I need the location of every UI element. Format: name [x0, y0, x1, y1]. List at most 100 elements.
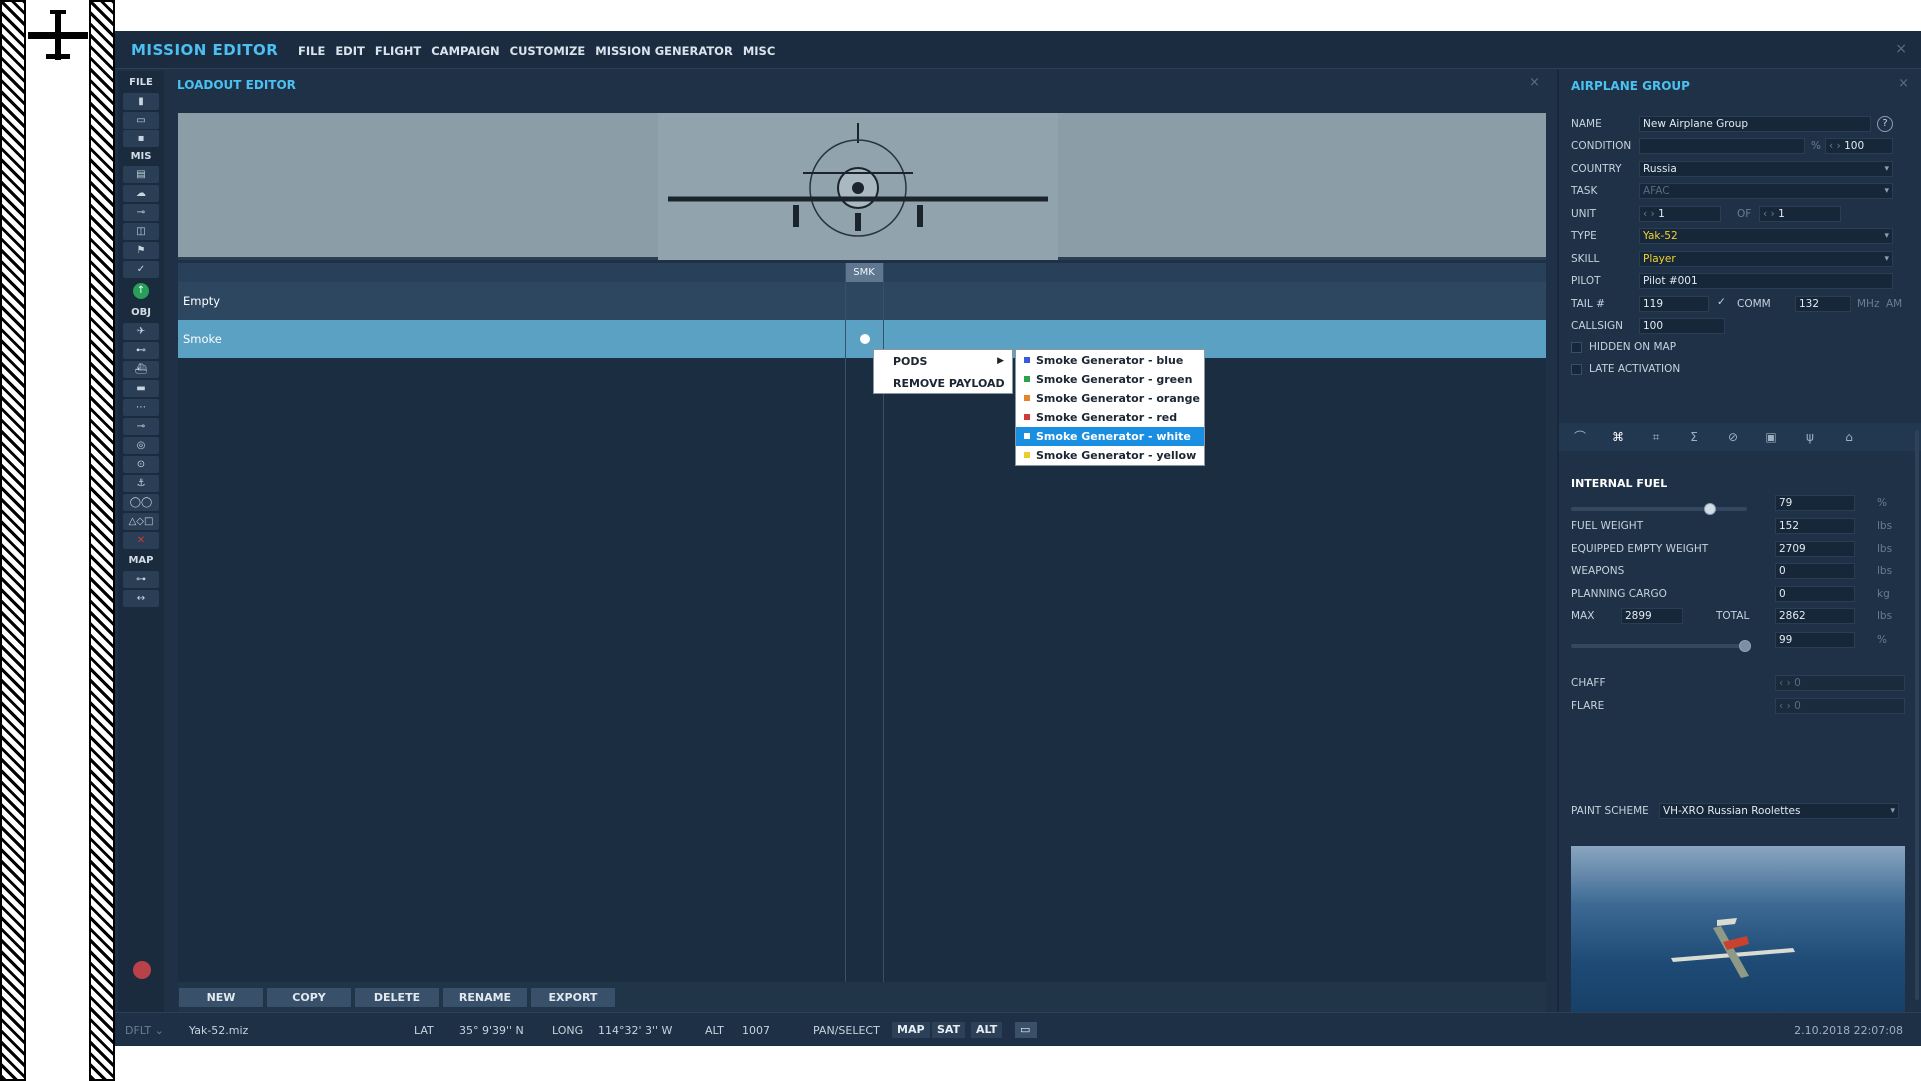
ship-icon[interactable]: ⛴	[123, 361, 159, 378]
trigger-zone-icon[interactable]: ◫	[123, 223, 159, 240]
alt-view-button[interactable]: ALT	[971, 1022, 1003, 1038]
route-icon[interactable]: ⌒	[1567, 428, 1593, 446]
name-field[interactable]: New Airplane Group	[1639, 116, 1871, 132]
convoy-icon[interactable]: ⋯	[123, 399, 159, 416]
menu-mission-generator[interactable]: MISSION GENERATOR	[595, 44, 733, 58]
panel-scrollbar[interactable]	[1915, 430, 1919, 1000]
weather-icon[interactable]: ☁	[123, 185, 159, 202]
delete-icon[interactable]: ✕	[123, 532, 159, 549]
toggle-icon[interactable]: ▭	[1015, 1022, 1037, 1038]
unit-field[interactable]: ‹ › 1	[1639, 206, 1721, 222]
payload-dot-icon[interactable]	[860, 334, 870, 344]
radio-icon[interactable]: ψ	[1797, 428, 1823, 446]
menu-misc[interactable]: MISC	[743, 44, 775, 58]
submenu-item-smoke-orange[interactable]: Smoke Generator - orange	[1016, 389, 1204, 408]
summary-icon[interactable]: Σ	[1681, 428, 1707, 446]
new-file-icon[interactable]: ▮	[123, 93, 159, 110]
condition-value-field[interactable]: ‹ › 100	[1825, 138, 1893, 154]
submenu-item-smoke-blue[interactable]: Smoke Generator - blue	[1016, 351, 1204, 370]
ruler-icon[interactable]: ↔	[123, 590, 159, 607]
late-activation-checkbox[interactable]	[1571, 364, 1582, 375]
delete-button[interactable]: DELETE	[355, 988, 439, 1007]
stepper-icon[interactable]: ‹ ›	[1643, 208, 1658, 220]
tail-field[interactable]: 119	[1639, 296, 1709, 312]
comm-field[interactable]: 132	[1795, 296, 1851, 312]
submenu-item-smoke-yellow[interactable]: Smoke Generator - yellow	[1016, 446, 1204, 465]
slider-knob[interactable]	[1704, 503, 1717, 515]
export-button[interactable]: EXPORT	[531, 988, 615, 1007]
target-icon[interactable]: ◎	[123, 437, 159, 454]
condition-field[interactable]	[1639, 138, 1805, 154]
copy-button[interactable]: COPY	[267, 988, 351, 1007]
menu-edit[interactable]: EDIT	[335, 44, 365, 58]
livery-icon[interactable]: ⌂	[1836, 428, 1862, 446]
menu-campaign[interactable]: CAMPAIGN	[431, 44, 499, 58]
fuel-slider[interactable]	[1571, 503, 1747, 515]
late-activation-label: LATE ACTIVATION	[1589, 363, 1681, 375]
submenu-item-smoke-red[interactable]: Smoke Generator - red	[1016, 408, 1204, 427]
context-item-pods[interactable]: PODS ▶	[874, 351, 1012, 372]
toolbar-section-file: FILE	[129, 77, 153, 88]
stepper-icon[interactable]: ‹ ›	[1829, 140, 1844, 152]
stepper-icon[interactable]: ‹ ›	[1763, 208, 1778, 220]
waypoint-icon[interactable]: ⌗	[1643, 428, 1669, 446]
template-icon[interactable]: ◯◯	[123, 494, 159, 511]
station-smk-header[interactable]: SMK	[845, 263, 883, 282]
key-icon[interactable]: ⊶	[123, 571, 159, 588]
close-icon[interactable]: ×	[1895, 41, 1907, 57]
help-icon[interactable]: ?	[1877, 116, 1893, 132]
fuel-percent-field[interactable]: 79	[1775, 495, 1855, 511]
triggers-icon[interactable]: ⊸	[123, 204, 159, 221]
country-select[interactable]: Russia ▾	[1639, 161, 1893, 177]
plane-icon[interactable]: ✈	[123, 323, 159, 340]
rename-button[interactable]: RENAME	[443, 988, 527, 1007]
panel-close-icon[interactable]: ×	[1898, 76, 1909, 91]
planning-cargo-field[interactable]: 0	[1775, 586, 1855, 602]
type-select[interactable]: Yak-52 ▾	[1639, 228, 1893, 244]
callsign-field[interactable]: 100	[1639, 318, 1725, 334]
menu-file[interactable]: FILE	[298, 44, 325, 58]
of-value: 1	[1778, 208, 1785, 220]
forbidden-icon[interactable]: ⊘	[1720, 428, 1746, 446]
loadout-row-empty[interactable]: Empty	[178, 282, 1546, 320]
color-swatch-icon	[1024, 414, 1030, 420]
stop-icon[interactable]	[133, 961, 151, 979]
sat-view-button[interactable]: SAT	[932, 1022, 966, 1038]
task-select[interactable]: AFAC ▾	[1639, 183, 1893, 199]
menu-customize[interactable]: CUSTOMIZE	[510, 44, 586, 58]
of-field[interactable]: ‹ › 1	[1759, 206, 1841, 222]
check-icon[interactable]: ✓	[123, 261, 159, 278]
briefing-icon[interactable]: ▤	[123, 166, 159, 183]
nav-point-icon[interactable]: ⚓	[123, 475, 159, 492]
open-file-icon[interactable]: ▭	[123, 112, 159, 129]
hidden-on-map-checkbox[interactable]	[1571, 342, 1582, 353]
paint-scheme-select[interactable]: VH-XRO Russian Roolettes ▾	[1659, 803, 1899, 819]
new-button[interactable]: NEW	[179, 988, 263, 1007]
map-view-button[interactable]: MAP	[892, 1022, 930, 1038]
shapes-icon[interactable]: △◇□	[123, 513, 159, 530]
max-field: 2899	[1621, 608, 1683, 624]
vehicle-icon[interactable]: ▬	[123, 380, 159, 397]
helicopter-icon[interactable]: ⊷	[123, 342, 159, 359]
check-icon[interactable]: ✓	[1717, 296, 1726, 308]
go-icon[interactable]: ↑	[133, 283, 149, 299]
fuel-weight-field[interactable]: 152	[1775, 518, 1855, 534]
submenu-item-smoke-white[interactable]: Smoke Generator - white	[1016, 427, 1204, 446]
pilot-field[interactable]: Pilot #001	[1639, 273, 1893, 289]
menu-flight[interactable]: FLIGHT	[375, 44, 421, 58]
comm-modulation[interactable]: AM	[1886, 298, 1902, 310]
save-file-icon[interactable]: ▪	[123, 130, 159, 147]
submenu-item-smoke-green[interactable]: Smoke Generator - green	[1016, 370, 1204, 389]
loadout-close-icon[interactable]: ×	[1529, 75, 1540, 90]
skill-select[interactable]: Player ▾	[1639, 251, 1893, 267]
loadout-icon[interactable]: ⌘	[1605, 428, 1631, 446]
static-icon[interactable]: ⊸	[123, 418, 159, 435]
point-icon[interactable]: ⊙	[123, 456, 159, 473]
color-swatch-icon	[1024, 357, 1030, 363]
goals-icon[interactable]: ⚑	[123, 242, 159, 259]
planning-cargo-label: PLANNING CARGO	[1571, 588, 1667, 600]
mode-select[interactable]: DFLT ⌄	[125, 1024, 164, 1037]
context-item-remove-payload[interactable]: REMOVE PAYLOAD	[874, 373, 1012, 394]
pan-select-label[interactable]: PAN/SELECT	[813, 1024, 880, 1037]
camera-icon[interactable]: ▣	[1758, 428, 1784, 446]
